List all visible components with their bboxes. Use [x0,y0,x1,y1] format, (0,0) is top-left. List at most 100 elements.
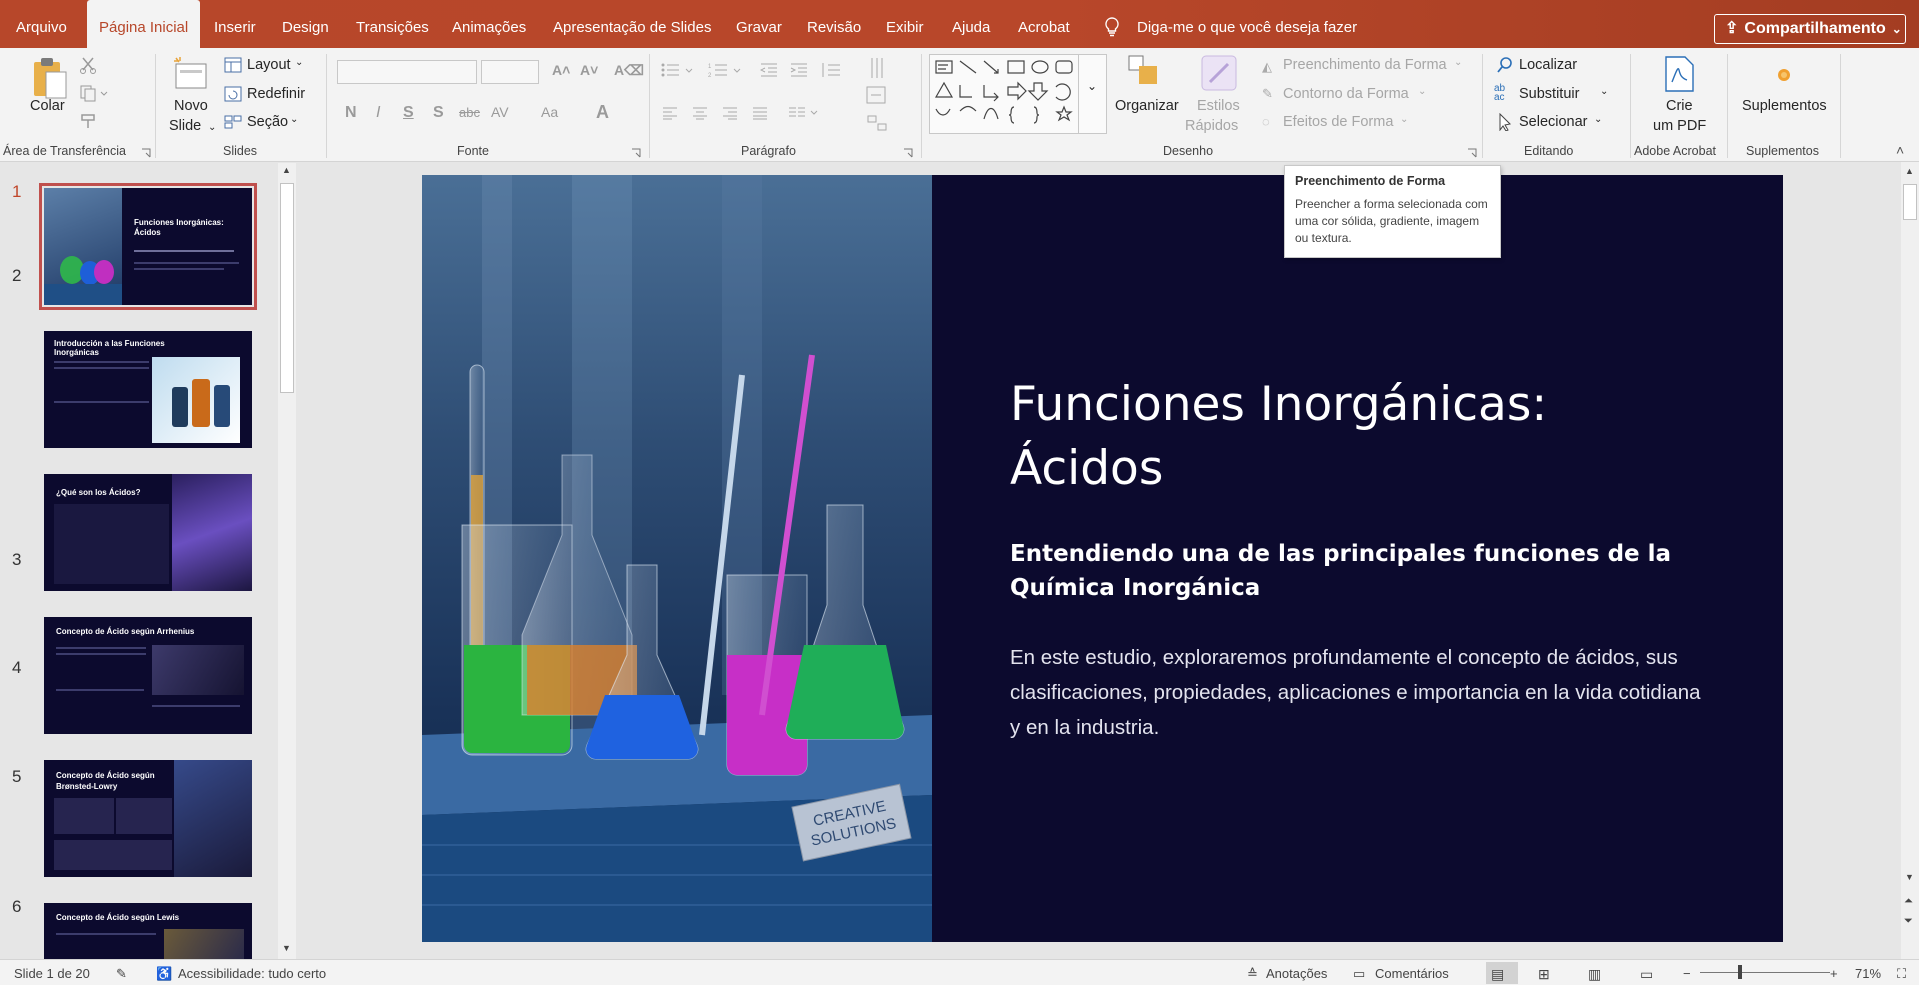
replace-button[interactable]: Substituir [1519,86,1579,102]
slide-thumbnail-4[interactable]: Concepto de Ácido según Arrhenius [44,617,252,734]
next-slide-icon[interactable]: ⏷ [1904,915,1913,928]
previous-slide-icon[interactable]: ⏶ [1904,895,1913,908]
paste-icon[interactable] [30,56,68,103]
slide-thumbnail-6[interactable]: Concepto de Ácido según Lewis [44,903,252,959]
shapes-gallery-more[interactable]: ⌄ [1079,54,1107,134]
underline-button[interactable]: S [403,104,414,122]
quick-styles-line2[interactable]: Rápidos [1185,118,1238,134]
columns-icon[interactable] [788,106,820,123]
zoom-slider-thumb[interactable] [1738,965,1742,979]
tab-revisao[interactable]: Revisão [807,0,861,48]
tab-gravar[interactable]: Gravar [736,0,782,48]
addins-button[interactable]: Suplementos [1742,98,1827,114]
char-spacing-button[interactable]: AV [491,104,509,120]
quick-styles-icon[interactable] [1200,54,1238,95]
reading-view-icon[interactable]: ▥ [1588,966,1601,983]
bold-button[interactable]: N [345,104,357,122]
tab-design[interactable]: Design [282,0,329,48]
new-slide-icon[interactable] [172,56,210,99]
tell-me-search[interactable]: Diga-me o que você deseja fazer [1137,0,1357,48]
font-size-combo[interactable] [481,60,539,84]
tab-transicoes[interactable]: Transições [356,0,429,48]
zoom-level[interactable]: 71% [1855,966,1881,981]
slide-title[interactable]: Funciones Inorgánicas: Ácidos [1010,373,1710,501]
slide-canvas[interactable]: CREATIVE SOLUTIONS Funciones Inorgánicas… [422,175,1783,942]
slide-body-text[interactable]: En este estudio, exploraremos profundame… [1010,640,1710,745]
slideshow-icon[interactable]: ▭ [1640,966,1653,983]
tab-acrobat[interactable]: Acrobat [1018,0,1070,48]
change-case-button[interactable]: Aa [541,104,558,120]
dialog-launcher-icon[interactable] [141,146,151,161]
dialog-launcher-icon[interactable] [631,146,641,161]
new-slide-line1[interactable]: Novo [174,98,208,114]
notes-button[interactable]: Anotações [1266,966,1327,981]
slide-thumbnail-2[interactable]: Introducción a las Funciones Inorgánicas [44,331,252,448]
thumbnail-scrollbar[interactable]: ▲ ▼ [278,163,296,960]
copy-icon[interactable] [79,84,109,105]
scroll-up-icon[interactable]: ▲ [1905,166,1914,176]
tab-inserir[interactable]: Inserir [214,0,256,48]
quick-styles-line1[interactable]: Estilos [1197,98,1240,114]
pdf-icon[interactable] [1663,56,1695,95]
create-pdf-line2[interactable]: um PDF [1653,118,1706,134]
shapes-gallery[interactable] [929,54,1079,134]
line-spacing-icon[interactable] [820,62,852,81]
scrollbar-thumb[interactable] [280,183,294,393]
cut-icon[interactable] [79,56,97,77]
increase-indent-icon[interactable] [790,62,808,81]
tab-ajuda[interactable]: Ajuda [952,0,990,48]
reset-button[interactable]: Redefinir [247,86,305,102]
text-direction-icon[interactable] [866,56,902,83]
comments-button[interactable]: Comentários [1375,966,1449,981]
arrange-button[interactable]: Organizar [1115,98,1179,114]
arrange-icon[interactable] [1127,54,1161,93]
addins-icon[interactable] [1777,68,1791,85]
share-button[interactable]: ⇪ Compartilhamento ⌄ [1714,14,1906,44]
shape-fill-button[interactable]: Preenchimento da Forma [1283,57,1447,73]
find-button[interactable]: Localizar [1519,57,1577,73]
justify-icon[interactable] [752,106,768,123]
slide-thumbnail-1[interactable]: Funciones Inorgánicas: Ácidos [39,183,257,310]
scroll-up-icon[interactable]: ▲ [282,165,291,175]
create-pdf-line1[interactable]: Crie [1666,98,1693,114]
collapse-ribbon-icon[interactable]: ˄ [1896,142,1904,158]
tab-arquivo[interactable]: Arquivo [16,0,67,48]
strikethrough-button[interactable]: abc [459,105,480,120]
slide-scrollbar[interactable]: ▲ ▼ ⏶ ⏷ [1901,162,1919,959]
shape-outline-button[interactable]: Contorno da Forma [1283,86,1409,102]
shape-effects-button[interactable]: Efeitos de Forma [1283,114,1393,130]
tab-exibir[interactable]: Exibir [886,0,924,48]
zoom-slider-track[interactable] [1700,972,1830,973]
section-button[interactable]: Seção [247,114,288,130]
decrease-indent-icon[interactable] [759,62,778,81]
accessibility-status[interactable]: Acessibilidade: tudo certo [178,966,326,981]
zoom-out-icon[interactable]: − [1683,966,1691,981]
zoom-in-icon[interactable]: + [1830,966,1838,981]
format-painter-icon[interactable] [79,112,97,133]
fit-to-window-icon[interactable]: ⛶ [1897,966,1906,982]
align-text-icon[interactable] [866,86,902,107]
slide-thumbnail-3[interactable]: ¿Qué son los Ácidos? [44,474,252,591]
slide-thumbnail-5[interactable]: Concepto de Ácido según Brønsted-Lowry [44,760,252,877]
italic-button[interactable]: I [376,104,380,122]
smartart-icon[interactable] [866,114,902,135]
tab-pagina-inicial[interactable]: Página Inicial [87,0,201,48]
scroll-down-icon[interactable]: ▼ [282,943,291,953]
tab-animacoes[interactable]: Animações [452,0,526,48]
font-color-button[interactable]: A [596,102,609,123]
clear-format-icon[interactable]: A⌫ [614,62,644,79]
scroll-down-icon[interactable]: ▼ [1905,872,1914,882]
align-right-icon[interactable] [722,106,738,123]
slide-photo[interactable]: CREATIVE SOLUTIONS [422,175,932,942]
tab-apresentacao[interactable]: Apresentação de Slides [553,0,711,48]
layout-button[interactable]: Layout [247,57,291,73]
numbering-icon[interactable]: 12 [708,62,744,81]
select-button[interactable]: Selecionar [1519,114,1588,130]
new-slide-line2[interactable]: Slide [169,118,201,134]
font-name-combo[interactable] [337,60,477,84]
bullets-icon[interactable] [660,62,696,81]
shrink-font-icon[interactable]: A˅ [580,62,598,78]
grow-font-icon[interactable]: A˄ [552,62,570,78]
align-left-icon[interactable] [662,106,678,123]
scrollbar-thumb[interactable] [1903,184,1917,220]
